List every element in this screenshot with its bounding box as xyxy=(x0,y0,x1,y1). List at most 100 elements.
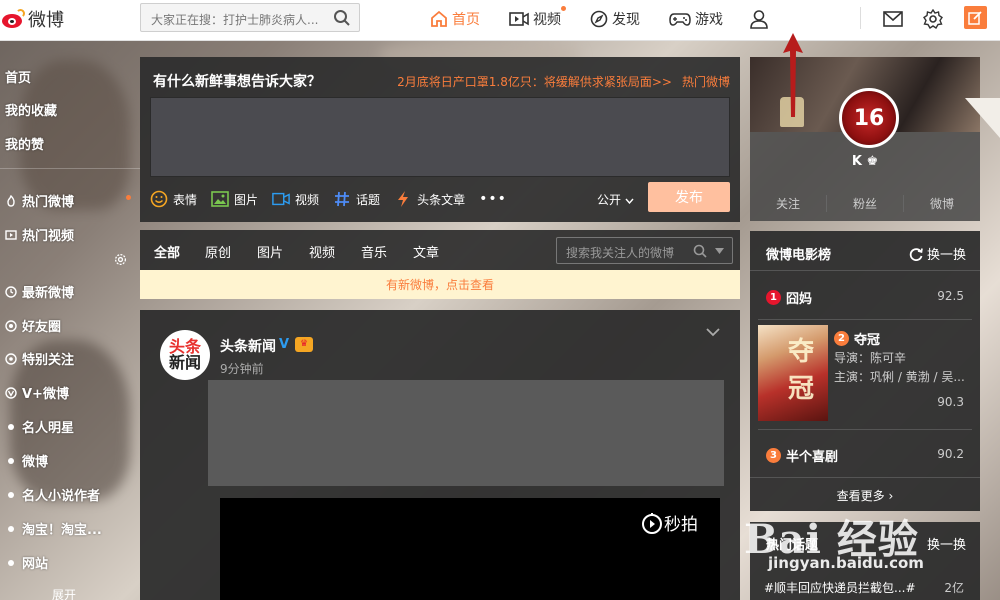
posts-link[interactable]: 微博 xyxy=(903,195,980,212)
tab-articles[interactable]: 文章 xyxy=(413,242,439,261)
hot-weibo-link[interactable]: 热门微博 xyxy=(682,75,730,89)
sidebar-item-likes[interactable]: 我的赞 xyxy=(5,134,44,153)
rank-badge: 2 xyxy=(834,331,849,346)
composer-textarea[interactable] xyxy=(150,97,730,177)
sidebar-item-label: V+微博 xyxy=(22,387,69,402)
compose-button[interactable] xyxy=(964,6,987,29)
sidebar-expand-link[interactable]: 展开 xyxy=(52,586,76,600)
sidebar-item-latest[interactable]: 最新微博 xyxy=(5,282,74,301)
profile-avatar-text: 16 xyxy=(853,105,885,131)
sidebar-item-label: 首页 xyxy=(5,71,32,86)
gear-icon[interactable] xyxy=(114,253,127,266)
vip-crown-icon: ♛ xyxy=(295,337,313,352)
tab-images[interactable]: 图片 xyxy=(257,242,283,261)
profile-avatar[interactable]: 16 xyxy=(839,88,899,148)
sidebar-item-favorites[interactable]: 我的收藏 xyxy=(5,100,57,119)
article-button[interactable]: 头条文章 xyxy=(394,190,465,208)
search-icon[interactable] xyxy=(693,244,707,258)
sidebar-group-website[interactable]: 网站 xyxy=(5,553,48,572)
search-icon[interactable] xyxy=(333,9,351,27)
movie-score: 92.5 xyxy=(937,289,964,303)
sidebar-divider xyxy=(0,168,140,169)
movie-refresh-button[interactable]: 换一换 xyxy=(909,244,966,263)
search-placeholder: 大家正在搜：打护士肺炎病人... xyxy=(151,13,319,27)
video-icon xyxy=(509,12,529,26)
logo-text: 微博 xyxy=(28,10,64,31)
followers-link[interactable]: 粉丝 xyxy=(826,195,903,212)
lightning-icon xyxy=(398,191,409,207)
nav-home[interactable]: 首页 xyxy=(430,8,480,30)
left-sidebar: 首页 我的收藏 我的赞 热门微博 热门视频 最新微博 好友圈 特别关注 V+微博… xyxy=(0,41,140,600)
emoji-button[interactable]: 表情 xyxy=(150,190,197,208)
feed-search-input[interactable]: 搜索我关注人的微博 xyxy=(556,237,733,264)
tab-music[interactable]: 音乐 xyxy=(361,242,387,261)
sidebar-item-label: 微博 xyxy=(22,455,49,470)
new-posts-notice[interactable]: 有新微博，点击查看 xyxy=(140,270,740,299)
sidebar-group-novelist[interactable]: 名人小说作者 xyxy=(5,485,100,504)
nav-video[interactable]: 视频 xyxy=(509,6,566,30)
nav-discover[interactable]: 发现 xyxy=(590,8,640,30)
nav-home-label: 首页 xyxy=(452,12,480,28)
bullet-icon xyxy=(8,559,14,566)
caret-down-icon[interactable] xyxy=(715,248,724,254)
publish-button[interactable]: 发布 xyxy=(648,182,730,212)
sidebar-item-hot-weibo[interactable]: 热门微博 xyxy=(5,191,74,210)
video-button[interactable]: 视频 xyxy=(272,190,319,208)
sidebar-group-celebrity[interactable]: 名人明星 xyxy=(5,417,74,436)
video-player[interactable]: 秒拍 xyxy=(220,498,720,600)
sidebar-group-weibo[interactable]: 微博 xyxy=(5,451,48,470)
post-timestamp[interactable]: 9分钟前 xyxy=(220,360,264,377)
smile-icon xyxy=(150,190,168,208)
top-nav-bar: 微博 大家正在搜：打护士肺炎病人... 首页 视频 发现 游戏 xyxy=(0,0,1000,41)
bullet-icon xyxy=(8,423,14,430)
movie-item[interactable]: 3 半个喜剧 xyxy=(766,446,838,465)
nav-game[interactable]: 游戏 xyxy=(669,8,723,30)
movie-item[interactable]: 1 囧妈 xyxy=(766,288,812,307)
sidebar-item-vplus[interactable]: V+微博 xyxy=(5,383,69,402)
sidebar-item-hot-video[interactable]: 热门视频 xyxy=(5,225,74,244)
movie-score: 90.2 xyxy=(937,447,964,461)
sidebar-item-home[interactable]: 首页 xyxy=(5,67,31,86)
verified-badge: V xyxy=(279,337,290,352)
messages-button[interactable] xyxy=(882,8,904,30)
movie-poster[interactable]: 夺冠 xyxy=(758,325,828,421)
settings-button[interactable] xyxy=(922,8,944,30)
sidebar-group-taobao[interactable]: 淘宝！淘宝... xyxy=(5,519,102,538)
chevron-down-icon[interactable] xyxy=(706,328,720,337)
post-author[interactable]: 头条新闻 xyxy=(220,336,276,356)
rank-badge: 1 xyxy=(766,290,781,305)
topic-button[interactable]: 话题 xyxy=(333,190,380,208)
hot-topic-link[interactable]: 2月底将日产口罩1.8亿只：将缓解供求紧张局面>> xyxy=(397,75,672,89)
image-icon xyxy=(211,191,229,207)
following-link[interactable]: 关注 xyxy=(750,195,826,212)
tab-videos[interactable]: 视频 xyxy=(309,242,335,261)
feed-post: 头条 新闻 头条新闻 V ♛ 9分钟前 秒拍 xyxy=(140,310,740,600)
tab-all[interactable]: 全部 xyxy=(154,242,181,272)
refresh-icon xyxy=(909,247,923,261)
movie-director: 导演：陈可辛 xyxy=(834,351,907,365)
global-search-input[interactable]: 大家正在搜：打护士肺炎病人... xyxy=(140,3,360,32)
visibility-dropdown[interactable]: 公开 xyxy=(597,191,634,208)
crown-icon: ♚ xyxy=(866,154,879,169)
post-composer: 有什么新鲜事想告诉大家？ 2月底将日产口罩1.8亿只：将缓解供求紧张局面>> 热门… xyxy=(140,57,740,222)
movie-item[interactable]: 2 夺冠 xyxy=(834,329,880,348)
topic-label: 话题 xyxy=(356,192,381,207)
clock-icon xyxy=(5,285,17,298)
composer-toolbar: 表情 图片 视频 话题 头条文章 ••• xyxy=(150,189,507,209)
image-label: 图片 xyxy=(234,192,259,207)
annotation-arrow-icon xyxy=(783,33,803,117)
sidebar-item-special-follow[interactable]: 特别关注 xyxy=(5,349,74,368)
image-button[interactable]: 图片 xyxy=(211,190,258,208)
more-options-button[interactable]: ••• xyxy=(479,191,507,207)
sidebar-item-friends[interactable]: 好友圈 xyxy=(5,316,61,335)
nav-profile[interactable] xyxy=(749,8,773,30)
profile-name[interactable]: K ♚ xyxy=(750,154,980,169)
tab-original[interactable]: 原创 xyxy=(205,242,231,261)
video-brand-text: 秒拍 xyxy=(664,515,698,535)
profile-stats: 关注 粉丝 微博 xyxy=(750,195,980,212)
weibo-logo-icon xyxy=(0,8,26,30)
weibo-logo[interactable]: 微博 xyxy=(0,4,64,34)
avatar[interactable]: 头条 新闻 xyxy=(160,330,210,380)
bullet-icon xyxy=(8,457,14,464)
stopwatch-icon xyxy=(642,512,662,534)
